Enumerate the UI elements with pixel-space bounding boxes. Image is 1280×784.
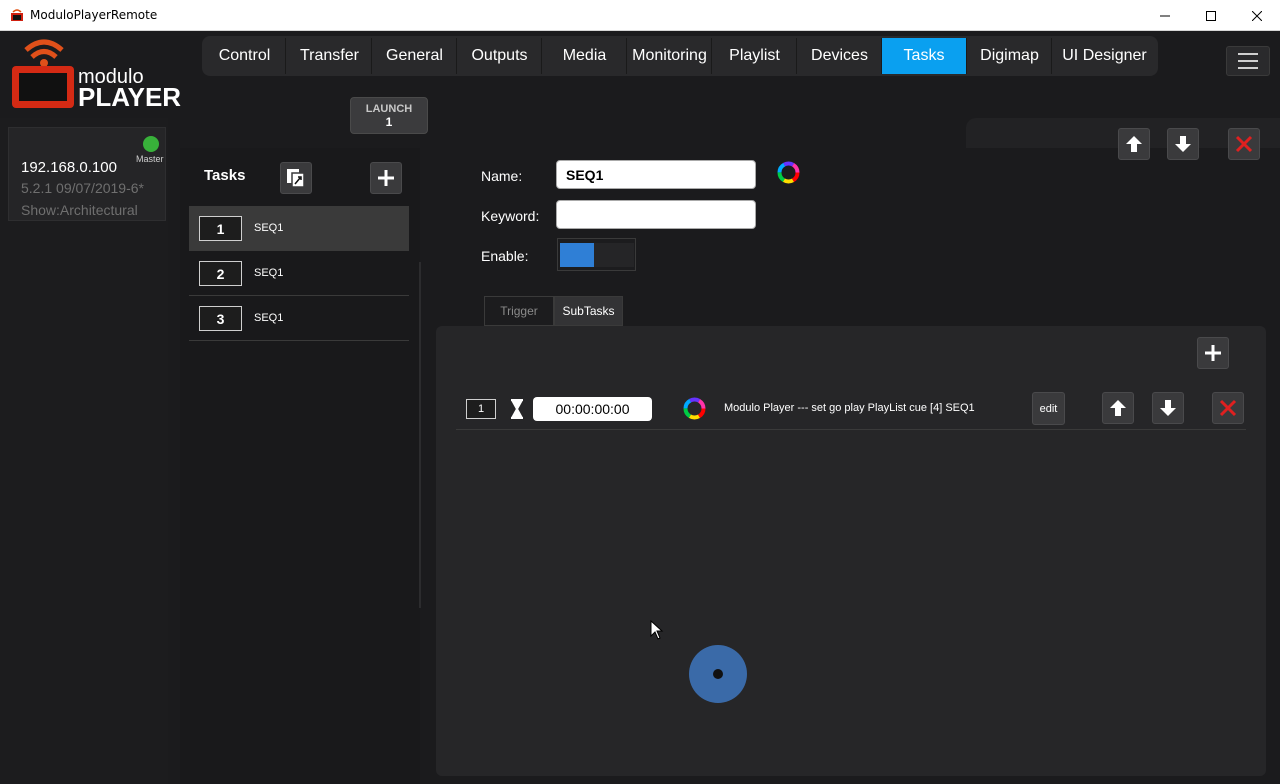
add-subtask-button[interactable] [1197, 337, 1229, 369]
title-bar: ModuloPlayerRemote [0, 0, 1280, 31]
plus-icon [378, 170, 394, 186]
copy-icon [287, 169, 305, 188]
plus-icon [1205, 345, 1221, 361]
status-indicator [143, 136, 159, 152]
name-label: Name: [481, 168, 523, 184]
arrow-down-icon [1175, 136, 1191, 152]
tab-monitoring[interactable]: Monitoring [628, 38, 712, 74]
move-task-up-button[interactable] [1118, 128, 1150, 160]
task-name: SEQ1 [254, 267, 284, 279]
maximize-icon [1206, 10, 1216, 21]
menu-button[interactable] [1226, 46, 1270, 76]
tab-ui-designer[interactable]: UI Designer [1053, 38, 1156, 74]
minimize-button[interactable] [1142, 0, 1188, 31]
enable-toggle[interactable] [557, 238, 636, 271]
task-name: SEQ1 [254, 312, 284, 324]
arrow-up-icon [1126, 136, 1142, 152]
tab-trigger[interactable]: Trigger [484, 296, 554, 326]
tab-transfer[interactable]: Transfer [288, 38, 372, 74]
logo-text-player: PLAYER [78, 82, 182, 112]
subtask-color-icon[interactable] [682, 396, 707, 421]
app-icon [11, 9, 23, 21]
mouse-cursor-icon [650, 620, 664, 640]
tab-digimap[interactable]: Digimap [968, 38, 1052, 74]
maximize-button[interactable] [1188, 0, 1234, 31]
edit-subtask-button[interactable]: edit [1032, 392, 1065, 425]
name-input[interactable] [556, 160, 756, 189]
window-title: ModuloPlayerRemote [30, 8, 158, 22]
task-row[interactable]: 2 SEQ1 [189, 251, 409, 296]
minimize-icon [1160, 15, 1170, 16]
move-subtask-down-button[interactable] [1152, 392, 1184, 424]
keyword-input[interactable] [556, 200, 756, 229]
device-version: 5.2.1 09/07/2019-6* [21, 180, 144, 196]
subtask-number: 1 [466, 399, 496, 419]
hamburger-icon [1238, 53, 1258, 55]
subtask-time-input[interactable]: 00:00:00:00 [533, 397, 652, 421]
move-subtask-up-button[interactable] [1102, 392, 1134, 424]
close-window-button[interactable] [1234, 0, 1280, 31]
duplicate-task-button[interactable] [280, 162, 312, 194]
device-show: Show:Architectural [21, 202, 138, 218]
modulo-player-logo: modulo PLAYER [10, 36, 182, 112]
tab-outputs[interactable]: Outputs [458, 38, 542, 74]
launch-button[interactable]: LAUNCH 1 [350, 97, 428, 134]
busy-indicator [689, 645, 747, 703]
task-number: 3 [199, 306, 242, 331]
task-name: SEQ1 [254, 222, 284, 234]
tab-control[interactable]: Control [204, 38, 286, 74]
launch-value: 1 [385, 115, 393, 129]
tab-general[interactable]: General [373, 38, 457, 74]
task-number: 1 [199, 216, 242, 241]
delete-task-button[interactable] [1228, 128, 1260, 160]
tasks-scrollbar[interactable] [419, 262, 421, 608]
task-number: 2 [199, 261, 242, 286]
task-row[interactable]: 3 SEQ1 [189, 296, 409, 341]
arrow-up-icon [1110, 400, 1126, 416]
tasks-title: Tasks [204, 167, 246, 184]
arrow-down-icon [1160, 400, 1176, 416]
subtask-description: Modulo Player --- set go play PlayList c… [724, 402, 975, 414]
add-task-button[interactable] [370, 162, 402, 194]
delete-subtask-button[interactable] [1212, 392, 1244, 424]
tab-tasks[interactable]: Tasks [882, 38, 967, 74]
tab-media[interactable]: Media [543, 38, 627, 74]
tab-subtasks[interactable]: SubTasks [554, 296, 623, 326]
hourglass-icon [511, 399, 523, 419]
close-icon [1252, 10, 1262, 21]
tab-devices[interactable]: Devices [798, 38, 882, 74]
delete-icon [1219, 399, 1237, 417]
tab-playlist[interactable]: Playlist [713, 38, 797, 74]
move-task-down-button[interactable] [1167, 128, 1199, 160]
task-row[interactable]: 1 SEQ1 [189, 206, 409, 251]
enable-label: Enable: [481, 248, 529, 264]
color-picker-icon[interactable] [776, 160, 801, 185]
delete-icon [1235, 135, 1253, 153]
keyword-label: Keyword: [481, 208, 540, 224]
master-label: Master [136, 154, 164, 164]
device-ip: 192.168.0.100 [21, 159, 117, 176]
